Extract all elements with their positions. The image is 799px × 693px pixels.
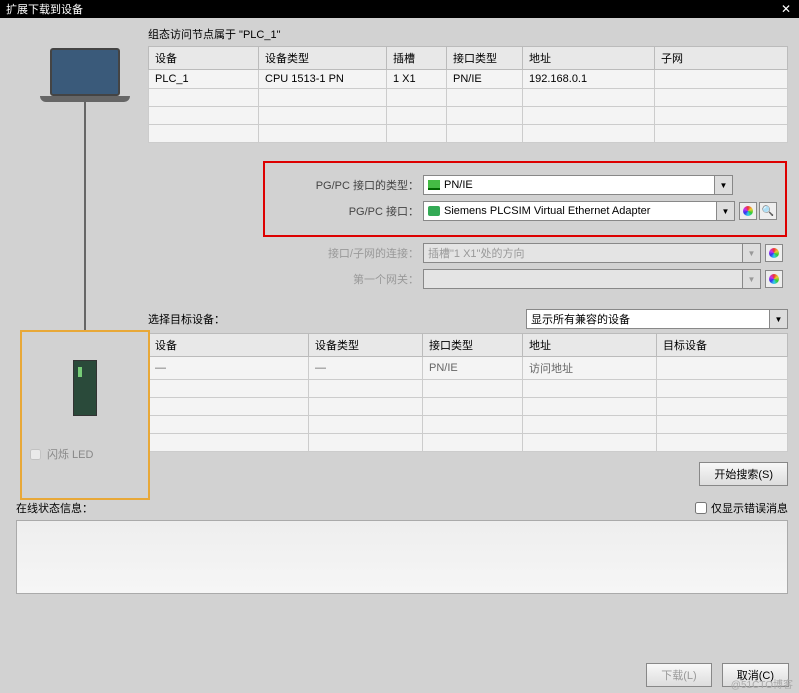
- window-title: 扩展下载到设备: [6, 1, 83, 17]
- table-row[interactable]: —— PN/IE访问地址: [149, 357, 788, 380]
- status-log: [16, 520, 788, 594]
- properties-button[interactable]: [765, 270, 783, 288]
- dropdown-interface[interactable]: Siemens PLCSIM Virtual Ethernet Adapter …: [423, 201, 735, 221]
- interface-settings-box: PG/PC 接口的类型： PN/IE ▼ PG/PC 接口： Siemens P…: [263, 161, 787, 237]
- plc-highlight-box: 闪烁 LED: [20, 330, 150, 500]
- network-icon: [428, 180, 440, 190]
- close-icon[interactable]: ✕: [779, 2, 793, 16]
- download-button[interactable]: 下载(L): [646, 663, 711, 687]
- chevron-down-icon: ▼: [742, 270, 760, 288]
- dropdown-target-filter[interactable]: 显示所有兼容的设备 ▼: [526, 309, 788, 329]
- color-wheel-icon: [769, 248, 779, 258]
- dropdown-connection: 插槽"1 X1"处的方向 ▼: [423, 243, 761, 263]
- label-gateway: 第一个网关：: [273, 271, 423, 287]
- properties-button[interactable]: [765, 244, 783, 262]
- chevron-down-icon: ▼: [716, 202, 734, 220]
- errors-only-checkbox[interactable]: 仅显示错误消息: [695, 500, 788, 516]
- label-interface: PG/PC 接口：: [273, 203, 423, 219]
- select-target-label: 选择目标设备：: [148, 311, 225, 327]
- label-connection: 接口/子网的连接：: [273, 245, 423, 261]
- watermark: @51CTO博客: [731, 676, 793, 691]
- chevron-down-icon: ▼: [769, 310, 787, 328]
- plc-icon: [73, 360, 97, 416]
- table-row[interactable]: PLC_1CPU 1513-1 PN 1 X1PN/IE 192.168.0.1: [149, 70, 788, 89]
- dropdown-gateway: ▼: [423, 269, 761, 289]
- device-diagram: 闪烁 LED: [20, 48, 150, 508]
- properties-button[interactable]: [739, 202, 757, 220]
- target-devices-table: 设备设备类型 接口类型地址 目标设备 —— PN/IE访问地址: [148, 333, 788, 452]
- dropdown-interface-type[interactable]: PN/IE ▼: [423, 175, 733, 195]
- magnifier-icon: 🔍: [762, 206, 774, 217]
- chevron-down-icon: ▼: [742, 244, 760, 262]
- laptop-icon: [35, 48, 135, 102]
- config-devices-table: 设备设备类型 插槽接口类型 地址子网 PLC_1CPU 1513-1 PN 1 …: [148, 46, 788, 143]
- chevron-down-icon: ▼: [714, 176, 732, 194]
- flash-led-checkbox[interactable]: 闪烁 LED: [30, 446, 140, 462]
- config-node-label: 组态访问节点属于 "PLC_1": [148, 26, 791, 42]
- adapter-icon: [428, 206, 440, 216]
- diagnose-button[interactable]: 🔍: [759, 202, 777, 220]
- label-interface-type: PG/PC 接口的类型：: [273, 177, 423, 193]
- color-wheel-icon: [769, 274, 779, 284]
- start-search-button[interactable]: 开始搜索(S): [699, 462, 788, 486]
- color-wheel-icon: [743, 206, 753, 216]
